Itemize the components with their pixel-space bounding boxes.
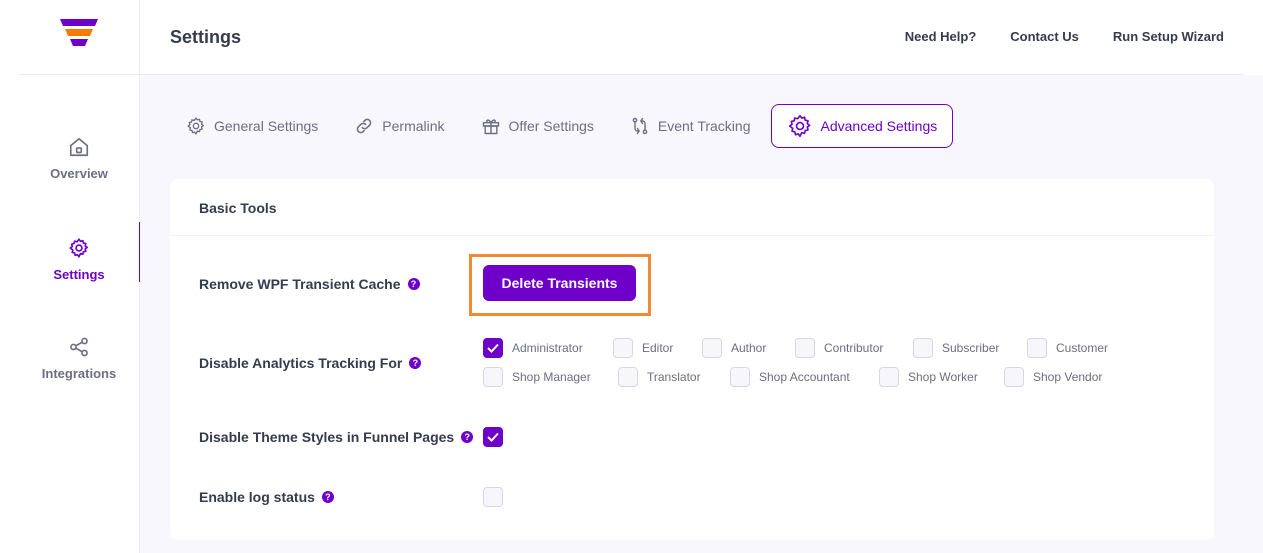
share-icon [70,337,88,357]
tab-label: Permalink [382,118,445,134]
checkbox-translator[interactable]: Translator [618,367,701,387]
checkbox-box[interactable] [618,367,638,387]
checkbox-box[interactable] [702,338,722,358]
checkbox-editor[interactable]: Editor [613,338,673,358]
tab-label: Offer Settings [508,118,594,134]
checkbox-administrator[interactable]: Administrator [483,338,583,358]
checkbox-author[interactable]: Author [702,338,766,358]
gear-icon [69,238,88,258]
checkbox-customer[interactable]: Customer [1027,338,1108,358]
need-help-link[interactable]: Need Help? [905,29,977,44]
tab-label: Event Tracking [657,118,751,134]
delete-transients-button[interactable]: Delete Transients [483,265,636,301]
checkbox-shop-vendor[interactable]: Shop Vendor [1004,367,1102,387]
sidebar-item-label: Overview [50,166,108,181]
checkbox-box[interactable] [795,338,815,358]
checkbox-subscriber[interactable]: Subscriber [913,338,999,358]
tab-offer-settings[interactable]: Offer Settings [465,104,610,148]
log-status-label: Enable log status [199,489,315,505]
run-setup-wizard-link[interactable]: Run Setup Wizard [1113,29,1224,44]
help-icon[interactable]: ? [407,278,420,290]
logo-container [19,0,139,75]
checkbox-label: Translator [647,370,701,384]
sidebar-item-integrations[interactable]: Integrations [19,336,139,381]
checkbox-shop-worker[interactable]: Shop Worker [879,367,978,387]
tab-general-settings[interactable]: General Settings [170,104,334,148]
checkbox-box[interactable] [483,487,503,507]
checkbox-label: Shop Accountant [759,370,850,384]
checkbox-label: Contributor [824,341,884,355]
transient-cache-row-label: Remove WPF Transient Cache ? [199,276,420,292]
tab-advanced-settings[interactable]: Advanced Settings [770,104,954,148]
checkbox-shop-manager[interactable]: Shop Manager [483,367,591,387]
checkbox-box[interactable] [483,427,503,447]
wpfunnels-logo[interactable] [60,19,98,49]
checkbox-contributor[interactable]: Contributor [795,338,883,358]
checkbox-box[interactable] [1004,367,1024,387]
analytics-row-label: Disable Analytics Tracking For ? [199,355,422,371]
checkbox-label: Customer [1056,341,1109,355]
transient-cache-label: Remove WPF Transient Cache [199,276,401,292]
home-icon [69,137,89,157]
checkbox-box[interactable] [913,338,933,358]
checkbox-log-status[interactable] [483,487,512,507]
checkbox-theme-styles[interactable] [483,427,512,447]
tab-label: Advanced Settings [820,118,938,134]
sidebar-item-label: Settings [53,267,105,282]
checkbox-box[interactable] [879,367,899,387]
checkbox-label: Shop Vendor [1033,370,1103,384]
contact-us-link[interactable]: Contact Us [1010,29,1079,44]
checkbox-box[interactable] [483,338,503,358]
checkbox-label: Author [731,341,767,355]
analytics-label: Disable Analytics Tracking For [199,355,403,371]
page-title: Settings [170,27,242,47]
gears-icon [788,114,810,138]
log-status-row-label: Enable log status ? [199,489,334,505]
top-bar: Settings Need Help? Contact Us Run Setup… [140,0,1244,75]
main-content: General Settings Permalink Offer Setting… [140,75,1263,553]
basic-tools-card: Basic Tools Remove WPF Transient Cache ?… [170,179,1214,540]
tab-event-tracking[interactable]: Event Tracking [614,104,767,148]
checkbox-label: Subscriber [942,341,1000,355]
sidebar-item-label: Integrations [41,366,117,381]
checkbox-label: Editor [642,341,674,355]
checkbox-box[interactable] [483,367,503,387]
sidebar-item-settings[interactable]: Settings [19,222,141,282]
checkbox-box[interactable] [730,367,750,387]
theme-styles-row-label: Disable Theme Styles in Funnel Pages ? [199,429,474,445]
link-icon [357,118,372,134]
checkbox-shop-accountant[interactable]: Shop Accountant [730,367,850,387]
checkbox-box[interactable] [1027,338,1047,358]
gear-icon [187,117,205,135]
sidebar: Overview Settings Integrations [19,0,141,553]
tab-label: General Settings [214,118,319,134]
theme-styles-label: Disable Theme Styles in Funnel Pages [199,429,455,445]
help-icon[interactable]: ? [461,431,474,443]
tracking-icon [632,117,648,135]
checkbox-label: Administrator [512,341,583,355]
help-icon[interactable]: ? [409,357,422,369]
check-icon [487,432,499,442]
check-icon [487,343,499,353]
top-links: Need Help? Contact Us Run Setup Wizard [905,29,1224,44]
card-title: Basic Tools [170,179,1214,236]
checkbox-label: Shop Manager [512,370,591,384]
sidebar-item-overview[interactable]: Overview [19,136,139,181]
help-icon[interactable]: ? [321,491,334,503]
tab-permalink[interactable]: Permalink [338,104,460,148]
checkbox-box[interactable] [613,338,633,358]
settings-tabs: General Settings Permalink Offer Setting… [170,104,957,148]
gift-icon [482,119,499,135]
checkbox-label: Shop Worker [908,370,978,384]
